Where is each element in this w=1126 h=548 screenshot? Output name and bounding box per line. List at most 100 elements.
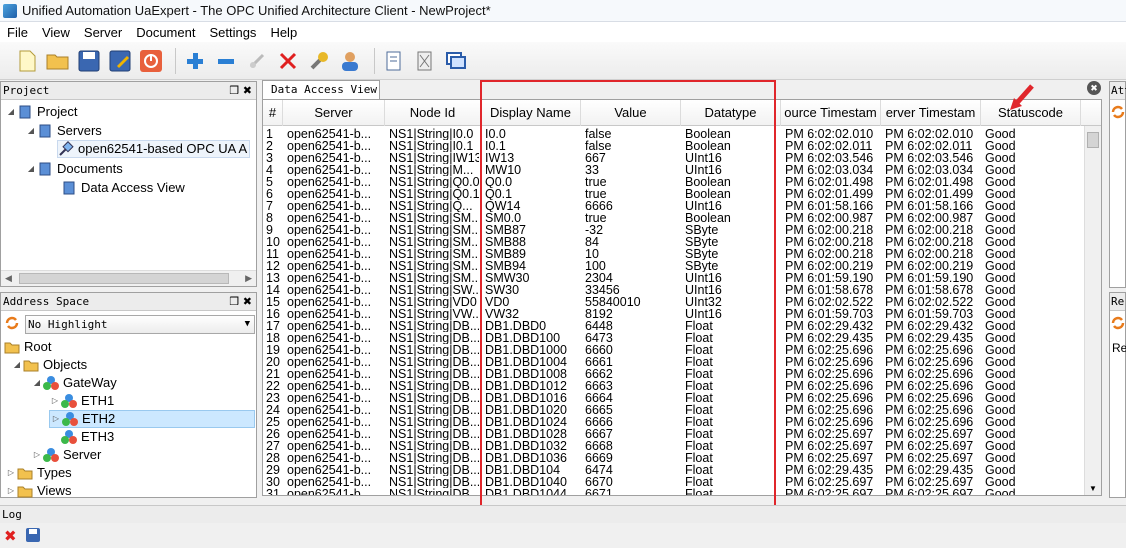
tab-data-access-view[interactable]: Data Access View	[262, 80, 380, 99]
tree-item-eth3[interactable]: ETH3	[61, 428, 114, 446]
grid-vertical-scrollbar[interactable]: ▼	[1084, 126, 1101, 495]
disconnect-icon[interactable]	[275, 48, 301, 74]
column-header[interactable]: Server	[283, 100, 385, 126]
stop-icon[interactable]	[138, 48, 164, 74]
tree-item-eth1[interactable]: ▷ ETH1	[49, 392, 114, 410]
tree-item-server-connection[interactable]: open62541-based OPC UA A	[57, 140, 251, 158]
tree-item-documents[interactable]: ◢ Documents	[25, 160, 123, 178]
table-row[interactable]: 6 open62541-b... NS1|String|Q0.1 Q0.1 true Bo…	[263, 188, 1101, 200]
collapsed-icon[interactable]: ▷	[5, 464, 17, 482]
table-row[interactable]: 29 open62541-b... NS1|String|DB... DB1.DBD1…	[263, 464, 1101, 476]
column-header[interactable]: Value	[581, 100, 681, 126]
table-row[interactable]: 13 open62541-b... NS1|String|SM... SMW30 230…	[263, 272, 1101, 284]
project-horizontal-scrollbar[interactable]: ◀ ▶	[1, 270, 256, 286]
window-icon[interactable]	[443, 48, 469, 74]
expand-icon[interactable]: ◢	[31, 374, 43, 392]
document-icon[interactable]	[381, 48, 407, 74]
highlight-select[interactable]: No Highlight ▼	[25, 315, 255, 334]
table-row[interactable]: 7 open62541-b... NS1|String|Q... QW14 6666 UI…	[263, 200, 1101, 212]
refresh-icon[interactable]	[4, 315, 22, 333]
table-row[interactable]: 15 open62541-b... NS1|String|VD0 VD0 5584001…	[263, 296, 1101, 308]
settings-wrench-icon[interactable]	[306, 48, 332, 74]
clear-log-icon[interactable]: ✖	[4, 527, 17, 545]
user-icon[interactable]	[337, 48, 363, 74]
tree-item-gateway[interactable]: ◢ GateWay	[31, 374, 117, 392]
tree-item-servers[interactable]: ◢ Servers	[25, 122, 102, 140]
table-row[interactable]: 25 open62541-b... NS1|String|DB... DB1.DBD1…	[263, 416, 1101, 428]
save-icon[interactable]	[76, 48, 102, 74]
table-row[interactable]: 24 open62541-b... NS1|String|DB... DB1.DBD1…	[263, 404, 1101, 416]
menu-help[interactable]: Help	[263, 25, 304, 40]
panel-controls[interactable]: ❒ ✖	[229, 293, 252, 311]
connect-icon[interactable]	[244, 48, 270, 74]
menu-settings[interactable]: Settings	[202, 25, 263, 40]
column-header[interactable]: erver Timestam	[881, 100, 981, 126]
tree-item-types[interactable]: ▷ Types	[5, 464, 72, 482]
refresh-icon[interactable]	[1110, 104, 1126, 123]
table-row[interactable]: 9 open62541-b... NS1|String|SM... SMB87 -32 S…	[263, 224, 1101, 236]
collapsed-icon[interactable]: ▷	[31, 446, 43, 464]
table-row[interactable]: 18 open62541-b... NS1|String|DB... DB1.DBD1…	[263, 332, 1101, 344]
table-row[interactable]: 10 open62541-b... NS1|String|SM... SMB88 84 S…	[263, 236, 1101, 248]
expand-icon[interactable]: ◢	[25, 122, 37, 140]
table-row[interactable]: 4 open62541-b... NS1|String|M... MW10 33 UInt…	[263, 164, 1101, 176]
column-header[interactable]: Display Name	[481, 100, 581, 126]
remove-icon[interactable]	[213, 48, 239, 74]
collapsed-icon[interactable]: ▷	[49, 392, 61, 410]
open-folder-icon[interactable]	[45, 48, 71, 74]
refresh-icon[interactable]	[1110, 315, 1126, 334]
collapsed-icon[interactable]: ▷	[50, 410, 62, 428]
table-row[interactable]: 12 open62541-b... NS1|String|SM... SMB94 100…	[263, 260, 1101, 272]
tree-item-root[interactable]: Root	[4, 338, 51, 356]
menu-file[interactable]: File	[0, 25, 35, 40]
column-header[interactable]: ource Timestam	[781, 100, 881, 126]
table-row[interactable]: 30 open62541-b... NS1|String|DB... DB1.DBD1…	[263, 476, 1101, 488]
collapsed-icon[interactable]: ▷	[5, 482, 17, 500]
save-as-icon[interactable]	[107, 48, 133, 74]
tree-item-data-access-view[interactable]: Data Access View	[61, 179, 185, 197]
menu-view[interactable]: View	[35, 25, 77, 40]
tree-item-server[interactable]: ▷ Server	[31, 446, 101, 464]
table-row[interactable]: 19 open62541-b... NS1|String|DB... DB1.DBD1…	[263, 344, 1101, 356]
scroll-thumb[interactable]	[1087, 132, 1099, 148]
add-icon[interactable]	[182, 48, 208, 74]
table-row[interactable]: 14 open62541-b... NS1|String|SW... SW30 3345…	[263, 284, 1101, 296]
table-row[interactable]: 21 open62541-b... NS1|String|DB... DB1.DBD1…	[263, 368, 1101, 380]
table-row[interactable]: 17 open62541-b... NS1|String|DB... DB1.DBD0…	[263, 320, 1101, 332]
scroll-right-icon[interactable]: ▶	[245, 273, 252, 284]
clear-icon[interactable]	[412, 48, 438, 74]
menu-document[interactable]: Document	[129, 25, 202, 40]
expand-icon[interactable]: ◢	[5, 103, 17, 121]
tree-item-eth2[interactable]: ▷ ETH2	[49, 410, 255, 428]
column-header[interactable]: #	[263, 100, 283, 126]
table-row[interactable]: 28 open62541-b... NS1|String|DB... DB1.DBD1…	[263, 452, 1101, 464]
table-row[interactable]: 22 open62541-b... NS1|String|DB... DB1.DBD1…	[263, 380, 1101, 392]
table-row[interactable]: 2 open62541-b... NS1|String|I0.1 I0.1 false B…	[263, 140, 1101, 152]
column-header[interactable]: Node Id	[385, 100, 481, 126]
column-header[interactable]: Datatype	[681, 100, 781, 126]
table-row[interactable]: 16 open62541-b... NS1|String|VW... VW32 8192…	[263, 308, 1101, 320]
table-row[interactable]: 3 open62541-b... NS1|String|IW13 IW13 667 UIn…	[263, 152, 1101, 164]
table-row[interactable]: 1 open62541-b... NS1|String|I0.0 I0.0 false B…	[263, 128, 1101, 140]
save-log-icon[interactable]	[25, 527, 41, 546]
menu-server[interactable]: Server	[77, 25, 129, 40]
panel-controls[interactable]: ❒ ✖	[229, 82, 252, 100]
scroll-thumb[interactable]	[19, 273, 229, 284]
new-file-icon[interactable]	[14, 48, 40, 74]
table-row[interactable]: 5 open62541-b... NS1|String|Q0.0 Q0.0 true Bo…	[263, 176, 1101, 188]
tree-item-views[interactable]: ▷ Views	[5, 482, 72, 500]
table-row[interactable]: 31 open62541-b... NS1|String|DB... DB1.DBD1…	[263, 488, 1101, 495]
table-row[interactable]: 8 open62541-b... NS1|String|SM... SM0.0 true…	[263, 212, 1101, 224]
scroll-left-icon[interactable]: ◀	[5, 273, 12, 284]
tree-item-project[interactable]: ◢ Project	[5, 103, 78, 121]
table-row[interactable]: 27 open62541-b... NS1|String|DB... DB1.DBD1…	[263, 440, 1101, 452]
tree-item-objects[interactable]: ◢ Objects	[11, 356, 87, 374]
table-row[interactable]: 26 open62541-b... NS1|String|DB... DB1.DBD1…	[263, 428, 1101, 440]
close-tab-icon[interactable]: ✖	[1087, 81, 1101, 95]
scroll-down-icon[interactable]: ▼	[1089, 484, 1097, 493]
expand-icon[interactable]: ◢	[25, 160, 37, 178]
table-row[interactable]: 20 open62541-b... NS1|String|DB... DB1.DBD1…	[263, 356, 1101, 368]
chevron-down-icon[interactable]: ▼	[245, 316, 250, 333]
expand-icon[interactable]: ◢	[11, 356, 23, 374]
table-row[interactable]: 23 open62541-b... NS1|String|DB... DB1.DBD1…	[263, 392, 1101, 404]
